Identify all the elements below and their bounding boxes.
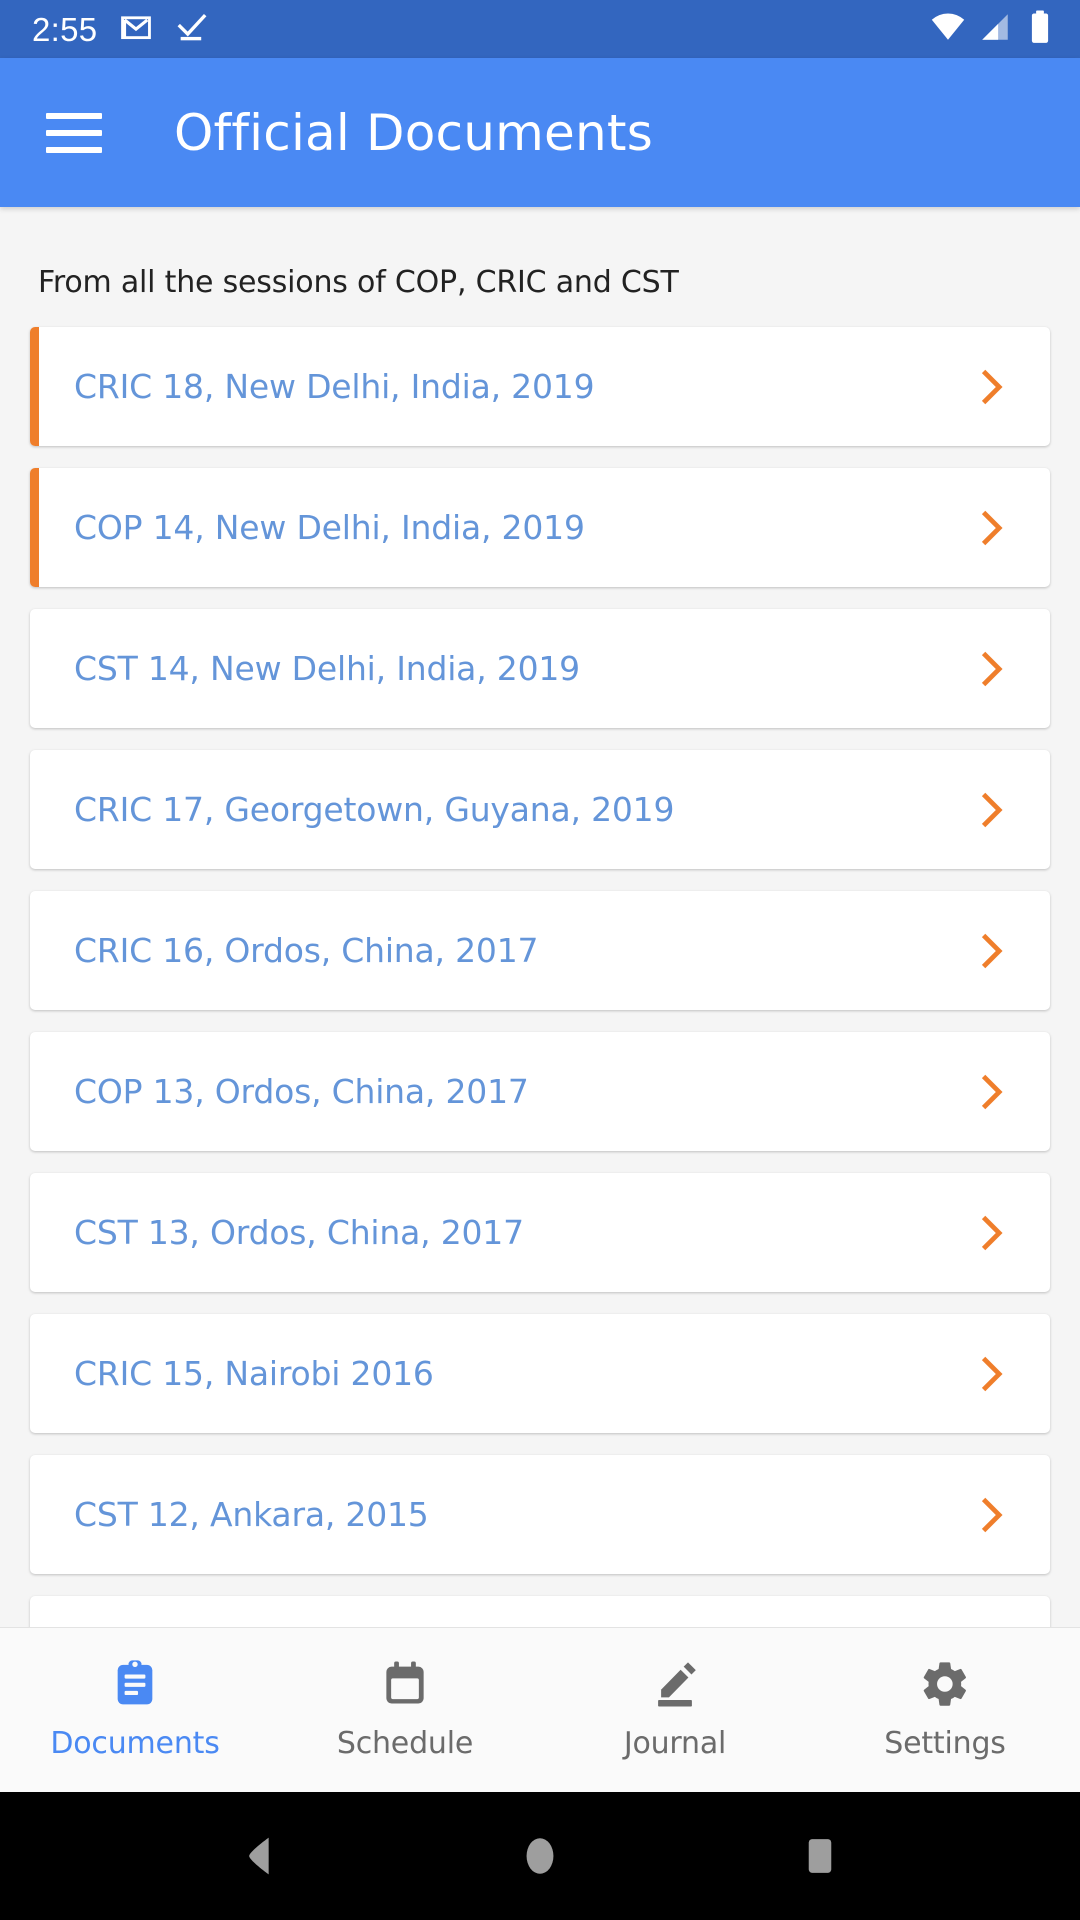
status-bar: 2:55 (0, 0, 1080, 58)
chevron-right-icon[interactable] (968, 506, 1050, 550)
app-root: 2:55 Official Documents From all the ses… (0, 0, 1080, 1920)
document-list-item-label: CST 12, Ankara, 2015 (74, 1495, 429, 1534)
bottom-nav-item-journal[interactable]: Journal (540, 1628, 810, 1792)
back-button[interactable] (205, 1801, 315, 1911)
hamburger-line (46, 146, 102, 153)
bottom-navigation: Documents Schedule Journal Settings (0, 1627, 1080, 1792)
chevron-right-icon[interactable] (968, 788, 1050, 832)
document-list-item[interactable]: CRIC 15, Nairobi 2016 (30, 1314, 1050, 1433)
hamburger-line (46, 112, 102, 119)
chevron-right-icon[interactable] (968, 647, 1050, 691)
document-list-item-label: COP 14, New Delhi, India, 2019 (74, 508, 585, 547)
document-list-item[interactable]: CST 12, Ankara, 2015 (30, 1455, 1050, 1574)
clipboard-icon (109, 1655, 161, 1713)
circle-icon (526, 1838, 554, 1874)
status-clock: 2:55 (32, 10, 98, 48)
document-list-item[interactable]: COP 13, Ordos, China, 2017 (30, 1032, 1050, 1151)
edit-pencil-icon (649, 1655, 701, 1713)
document-list-scroll-area[interactable]: From all the sessions of COP, CRIC and C… (0, 207, 1080, 1627)
app-bar: Official Documents (0, 58, 1080, 207)
document-list-item[interactable]: CST 13, Ordos, China, 2017 (30, 1173, 1050, 1292)
chevron-right-icon[interactable] (968, 1211, 1050, 1255)
document-list-item[interactable]: CRIC 17, Georgetown, Guyana, 2019 (30, 750, 1050, 869)
document-list-item-label: CRIC 18, New Delhi, India, 2019 (74, 367, 595, 406)
list-subtitle: From all the sessions of COP, CRIC and C… (38, 265, 679, 300)
bottom-nav-item-label: Documents (50, 1726, 220, 1761)
square-icon (808, 1839, 832, 1873)
chevron-right-icon[interactable] (968, 929, 1050, 973)
page-title: Official Documents (174, 103, 653, 162)
battery-icon (1024, 9, 1056, 49)
document-list-item[interactable]: CST 14, New Delhi, India, 2019 (30, 609, 1050, 728)
triangle-left-icon (249, 1837, 269, 1875)
recents-button[interactable] (765, 1801, 875, 1911)
document-list-item-label: CRIC 15, Nairobi 2016 (74, 1354, 434, 1393)
gear-icon (919, 1655, 971, 1713)
bottom-nav-item-settings[interactable]: Settings (810, 1628, 1080, 1792)
document-list-item[interactable]: CRIC 16, Ordos, China, 2017 (30, 891, 1050, 1010)
bottom-nav-item-label: Schedule (336, 1726, 474, 1761)
hamburger-line (46, 129, 102, 136)
status-bar-right (930, 9, 1056, 49)
bottom-nav-item-label: Settings (884, 1726, 1006, 1761)
document-list-item-label: COP 13, Ordos, China, 2017 (74, 1072, 529, 1111)
document-list-item-label: CST 13, Ordos, China, 2017 (74, 1213, 524, 1252)
document-list-item-label: CST 14, New Delhi, India, 2019 (74, 649, 580, 688)
android-system-navigation-bar (0, 1792, 1080, 1920)
bottom-nav-item-documents[interactable]: Documents (0, 1628, 270, 1792)
document-list: CRIC 18, New Delhi, India, 2019 COP 14, N… (30, 327, 1050, 1627)
wifi-icon (930, 9, 966, 49)
document-list-item-label: CRIC 16, Ordos, China, 2017 (74, 931, 539, 970)
document-list-item[interactable]: CRIC 18, New Delhi, India, 2019 (30, 327, 1050, 446)
chevron-right-icon[interactable] (968, 1493, 1050, 1537)
document-list-item[interactable]: COP 14, New Delhi, India, 2019 (30, 468, 1050, 587)
bottom-nav-item-label: Journal (623, 1726, 727, 1761)
chevron-right-icon[interactable] (968, 1070, 1050, 1114)
document-list-item[interactable] (30, 1596, 1050, 1627)
calendar-icon (379, 1655, 431, 1713)
gmail-icon (119, 10, 153, 48)
document-list-item-label: CRIC 17, Georgetown, Guyana, 2019 (74, 790, 675, 829)
bottom-nav-item-schedule[interactable]: Schedule (270, 1628, 540, 1792)
hamburger-menu-icon[interactable] (46, 112, 102, 153)
status-bar-left: 2:55 (32, 10, 209, 48)
checkmark-icon (175, 10, 209, 48)
chevron-right-icon[interactable] (968, 1352, 1050, 1396)
cell-signal-icon (978, 10, 1012, 48)
home-button[interactable] (485, 1801, 595, 1911)
chevron-right-icon[interactable] (968, 365, 1050, 409)
